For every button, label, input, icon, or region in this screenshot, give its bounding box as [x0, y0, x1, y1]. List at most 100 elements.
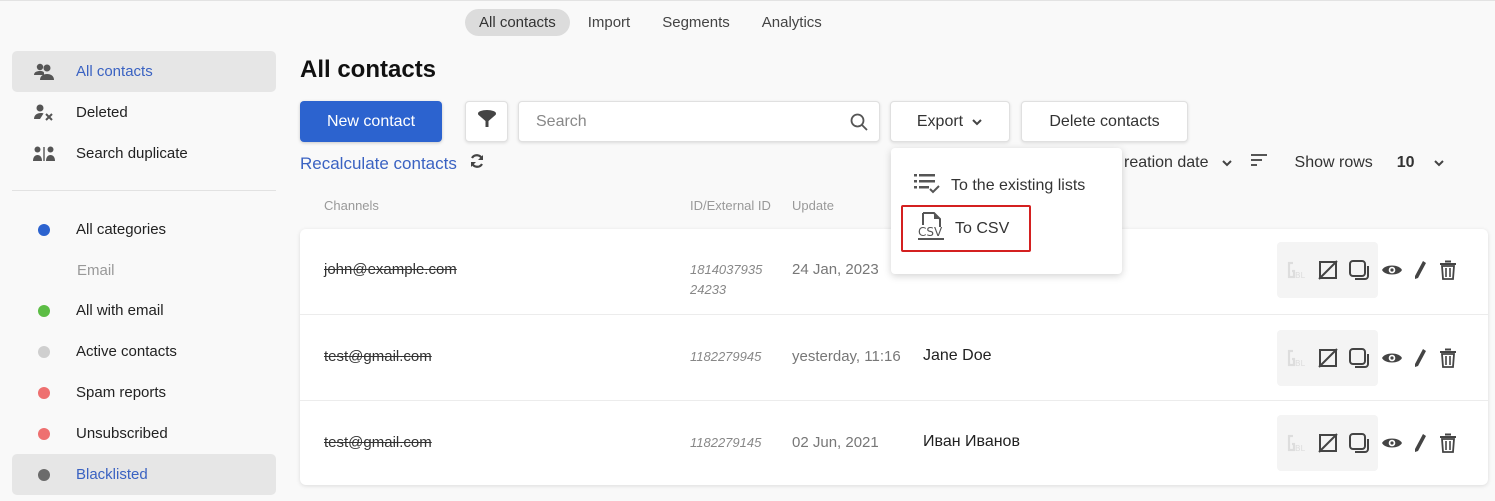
search-field — [518, 101, 880, 142]
copy-icon[interactable] — [1345, 256, 1373, 284]
unsubscribe-box-icon[interactable] — [1314, 429, 1342, 457]
sidebar: All contacts Deleted Search duplicate Al… — [12, 51, 276, 495]
unsubscribe-box-icon[interactable] — [1314, 256, 1342, 284]
row-actions: BL — [1277, 415, 1462, 471]
delete-icon[interactable] — [1434, 429, 1462, 457]
sidebar-heading-email: Email — [77, 261, 115, 279]
contact-name[interactable]: Jane Doe — [923, 347, 992, 365]
gbl-icon[interactable]: BL — [1283, 429, 1311, 457]
view-icon[interactable] — [1378, 256, 1406, 284]
gbl-icon[interactable]: BL — [1283, 256, 1311, 284]
sidebar-item-label: Search duplicate — [76, 145, 188, 162]
contact-id: 1814037935 24233 — [690, 262, 763, 297]
recalculate-label: Recalculate contacts — [300, 153, 457, 173]
view-icon[interactable] — [1378, 344, 1406, 372]
channel-actions: BL — [1277, 415, 1378, 471]
sidebar-item-blacklisted[interactable]: Blacklisted — [12, 454, 276, 495]
status-dot-icon — [38, 345, 50, 358]
category-dot-icon — [38, 223, 50, 236]
contact-email: john@example.com — [324, 261, 457, 278]
duplicate-users-icon — [12, 146, 76, 162]
unsubscribe-box-icon[interactable] — [1314, 344, 1342, 372]
menu-item-label: To CSV — [955, 219, 1010, 237]
copy-icon[interactable] — [1345, 429, 1373, 457]
delete-icon[interactable] — [1434, 256, 1462, 284]
csv-file-icon: CSV — [917, 211, 945, 246]
sidebar-item-all-contacts[interactable]: All contacts — [12, 51, 276, 92]
contact-id: 1182279145 — [690, 435, 762, 450]
sidebar-item-label: Deleted — [76, 104, 128, 121]
sort-bar: reation date Show rows 10 — [1124, 153, 1445, 172]
show-rows-label: Show rows — [1294, 153, 1373, 171]
page-title: All contacts — [300, 56, 437, 83]
export-to-csv[interactable]: CSV To CSV — [901, 205, 1032, 252]
sidebar-item-spam-reports[interactable]: Spam reports — [12, 372, 276, 413]
export-button[interactable]: Export — [890, 101, 1010, 142]
table-row[interactable]: test@gmail.com 1182279945 yesterday, 11:… — [300, 315, 1488, 401]
contact-id: 1182279945 — [690, 349, 762, 364]
tab-import[interactable]: Import — [574, 9, 645, 36]
status-dot-icon — [38, 468, 50, 481]
sidebar-divider — [12, 190, 276, 191]
sidebar-item-all-with-email[interactable]: All with email — [12, 290, 276, 331]
export-to-existing-lists[interactable]: To the existing lists — [913, 171, 1085, 200]
chevron-down-icon[interactable] — [1433, 154, 1445, 172]
delete-contacts-button[interactable]: Delete contacts — [1021, 101, 1188, 142]
row-actions: BL — [1277, 242, 1462, 298]
sidebar-item-label: Blacklisted — [76, 466, 148, 483]
status-dot-icon — [38, 304, 50, 317]
contact-update-date: 02 Jun, 2021 — [792, 434, 879, 451]
contact-email: test@gmail.com — [324, 434, 432, 451]
sidebar-item-deleted[interactable]: Deleted — [12, 92, 276, 133]
edit-icon[interactable] — [1406, 429, 1434, 457]
sidebar-item-all-categories[interactable]: All categories — [12, 209, 276, 250]
sort-order-icon[interactable] — [1250, 153, 1267, 172]
row-actions: BL — [1277, 330, 1462, 386]
filter-button[interactable] — [465, 101, 508, 142]
top-nav: All contacts Import Segments Analytics — [465, 9, 836, 36]
delete-icon[interactable] — [1434, 344, 1462, 372]
contact-email: test@gmail.com — [324, 348, 432, 365]
filter-icon — [477, 109, 497, 134]
gbl-icon[interactable]: BL — [1283, 344, 1311, 372]
edit-icon[interactable] — [1406, 256, 1434, 284]
view-icon[interactable] — [1378, 429, 1406, 457]
recalculate-contacts-link[interactable]: Recalculate contacts — [300, 153, 485, 174]
column-header-update: Update — [792, 198, 834, 213]
show-rows-select[interactable]: 10 — [1397, 154, 1415, 172]
tab-segments[interactable]: Segments — [648, 9, 744, 36]
sort-field-select[interactable]: reation date — [1124, 154, 1209, 172]
edit-icon[interactable] — [1406, 344, 1434, 372]
sidebar-item-search-duplicate[interactable]: Search duplicate — [12, 133, 276, 174]
sidebar-item-unsubscribed[interactable]: Unsubscribed — [12, 413, 276, 454]
export-dropdown-menu: To the existing lists CSV To CSV — [891, 148, 1122, 274]
svg-text:CSV: CSV — [918, 225, 943, 239]
sidebar-item-label: Unsubscribed — [76, 425, 168, 442]
menu-item-label: To the existing lists — [951, 176, 1086, 194]
status-dot-icon — [38, 427, 50, 440]
column-header-id: ID/External ID — [690, 198, 771, 213]
export-label: Export — [916, 112, 964, 130]
new-contact-button[interactable]: New contact — [300, 101, 442, 142]
svg-text:BL: BL — [1295, 444, 1305, 453]
sidebar-item-label: All categories — [76, 221, 167, 238]
copy-icon[interactable] — [1345, 344, 1373, 372]
search-icon[interactable] — [839, 113, 879, 131]
channel-actions: BL — [1277, 242, 1378, 298]
svg-text:BL: BL — [1295, 359, 1305, 368]
svg-text:BL: BL — [1295, 271, 1305, 280]
tab-analytics[interactable]: Analytics — [748, 9, 836, 36]
list-check-icon — [913, 171, 941, 200]
sidebar-item-label: All with email — [76, 302, 164, 319]
chevron-down-icon[interactable] — [1221, 154, 1233, 172]
refresh-icon — [469, 153, 485, 174]
users-icon — [12, 63, 76, 81]
sidebar-item-label: Active contacts — [76, 343, 177, 360]
contact-name[interactable]: Иван Иванов — [923, 433, 1020, 451]
sidebar-item-active-contacts[interactable]: Active contacts — [12, 331, 276, 372]
channel-actions: BL — [1277, 330, 1378, 386]
contact-update-date: 24 Jan, 2023 — [792, 261, 879, 278]
search-input[interactable] — [519, 112, 839, 131]
tab-all-contacts[interactable]: All contacts — [465, 9, 570, 36]
table-row[interactable]: test@gmail.com 1182279145 02 Jun, 2021 И… — [300, 401, 1488, 485]
